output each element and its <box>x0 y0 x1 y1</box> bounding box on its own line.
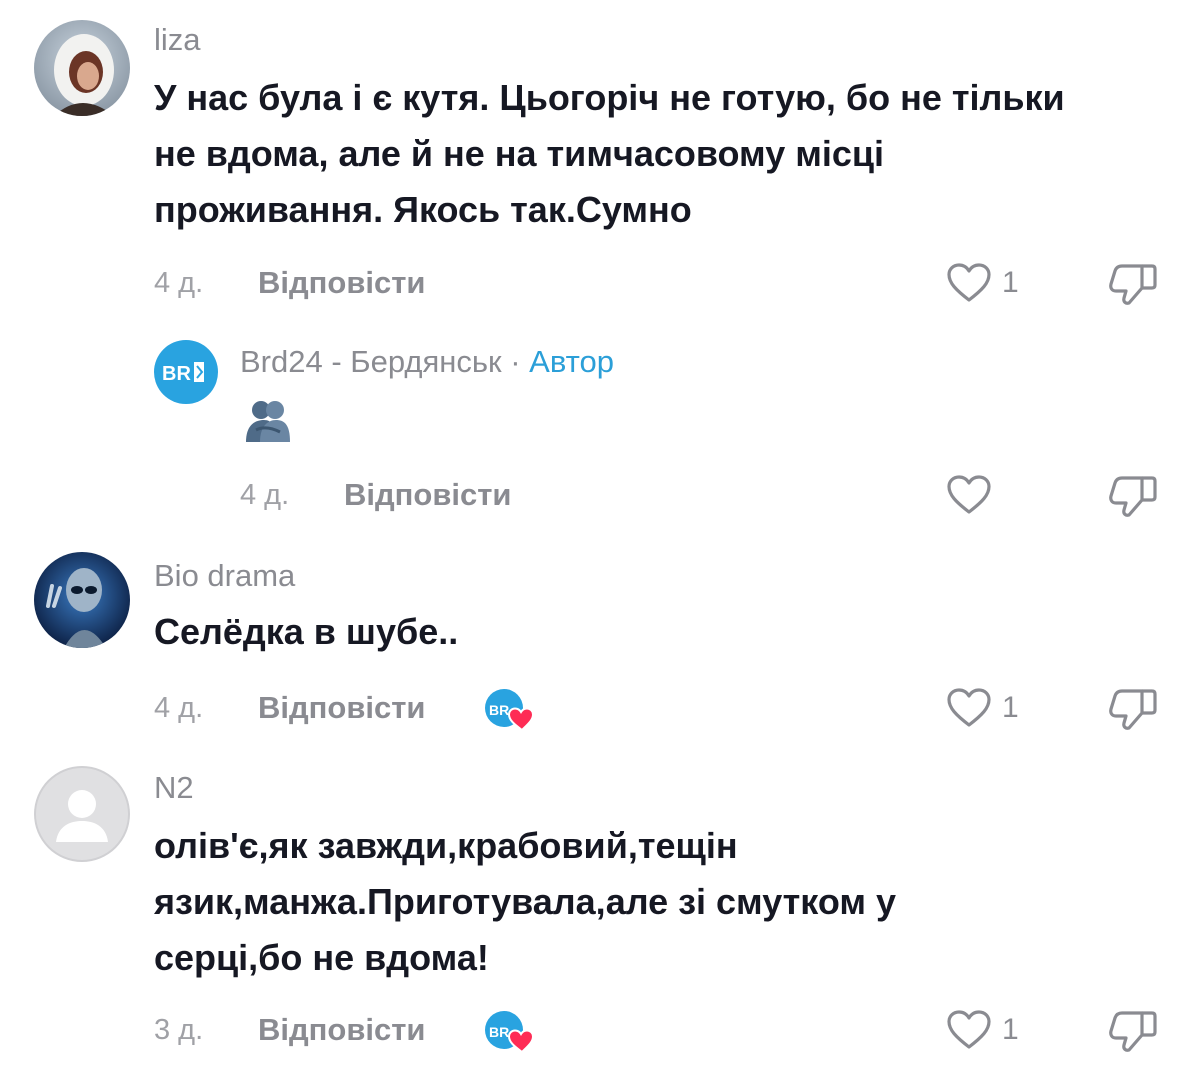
username[interactable]: N2 <box>154 770 194 806</box>
two-people-hugging-emoji <box>242 398 294 444</box>
like-count: 1 <box>1002 691 1019 724</box>
like-button[interactable]: 1 <box>946 687 1019 729</box>
comment-text: олів'є,як завжди,крабовий,тещін язик,ман… <box>154 818 896 986</box>
like-button[interactable]: 1 <box>946 1009 1019 1051</box>
creator-heart-badge-icon: BR <box>484 1008 535 1054</box>
heart-outline-icon <box>947 1010 991 1049</box>
comment-meta: 4 д. Відповісти <box>240 475 512 515</box>
comment-text: Селёдка в шубе.. <box>154 604 458 660</box>
username[interactable]: Brd24 - Бердянськ <box>240 344 502 379</box>
timestamp: 4 д. <box>154 691 204 724</box>
timestamp: 3 д. <box>154 1013 204 1046</box>
like-button[interactable]: 1 <box>946 262 1019 304</box>
reply-button[interactable]: Відповісти <box>258 265 426 301</box>
comment-line: У нас була і є кутя. Цьогоріч не готую, … <box>154 77 1065 118</box>
comment-text: У нас була і є кутя. Цьогоріч не готую, … <box>154 70 1065 238</box>
separator: · <box>501 344 530 379</box>
heart-outline-icon <box>947 688 991 727</box>
avatar[interactable] <box>34 552 130 648</box>
dislike-button[interactable] <box>1108 687 1160 736</box>
like-count: 1 <box>1002 1013 1019 1046</box>
svg-text:BR: BR <box>489 702 509 718</box>
reply-button[interactable]: Відповісти <box>344 477 512 513</box>
comment-line: олів'є,як завжди,крабовий,тещін <box>154 825 738 866</box>
comment-line: серці,бо не вдома! <box>154 937 489 978</box>
comment-line: Селёдка в шубе.. <box>154 611 459 652</box>
thumbs-down-icon <box>1109 689 1157 730</box>
comment-line: проживання. Якось так.Сумно <box>154 189 692 230</box>
comment-line: не вдома, але й не на тимчасовому місці <box>154 133 885 174</box>
reply-button[interactable]: Відповісти <box>258 1012 426 1048</box>
svg-text:BR: BR <box>489 1024 509 1040</box>
username[interactable]: Bio drama <box>154 558 295 594</box>
like-button[interactable] <box>946 474 992 516</box>
avatar[interactable]: BR <box>154 340 218 404</box>
comment-meta: 4 д. Відповісти <box>154 263 426 303</box>
creator-heart-badge-icon: BR <box>484 686 535 732</box>
comment-meta: 3 д. Відповісти <box>154 1010 426 1050</box>
author-badge: Автор <box>529 344 614 379</box>
timestamp: 4 д. <box>240 478 290 511</box>
dislike-button[interactable] <box>1108 1009 1160 1058</box>
avatar[interactable] <box>34 20 130 116</box>
thumbs-down-icon <box>1109 476 1157 517</box>
username-row: Brd24 - Бердянськ · Автор <box>240 344 614 380</box>
thumbs-down-icon <box>1109 1011 1157 1052</box>
username[interactable]: liza <box>154 22 201 58</box>
avatar-logo-text: BR <box>162 363 191 385</box>
dislike-button[interactable] <box>1108 474 1160 523</box>
comment-line: язик,манжа.Приготувала,але зі смутком у <box>154 881 897 922</box>
heart-outline-icon <box>947 475 991 514</box>
avatar[interactable] <box>34 766 130 862</box>
dislike-button[interactable] <box>1108 262 1160 311</box>
reply-button[interactable]: Відповісти <box>258 690 426 726</box>
thumbs-down-icon <box>1109 264 1157 305</box>
timestamp: 4 д. <box>154 266 204 299</box>
heart-outline-icon <box>947 263 991 302</box>
comment-meta: 4 д. Відповісти <box>154 688 426 728</box>
like-count: 1 <box>1002 266 1019 299</box>
